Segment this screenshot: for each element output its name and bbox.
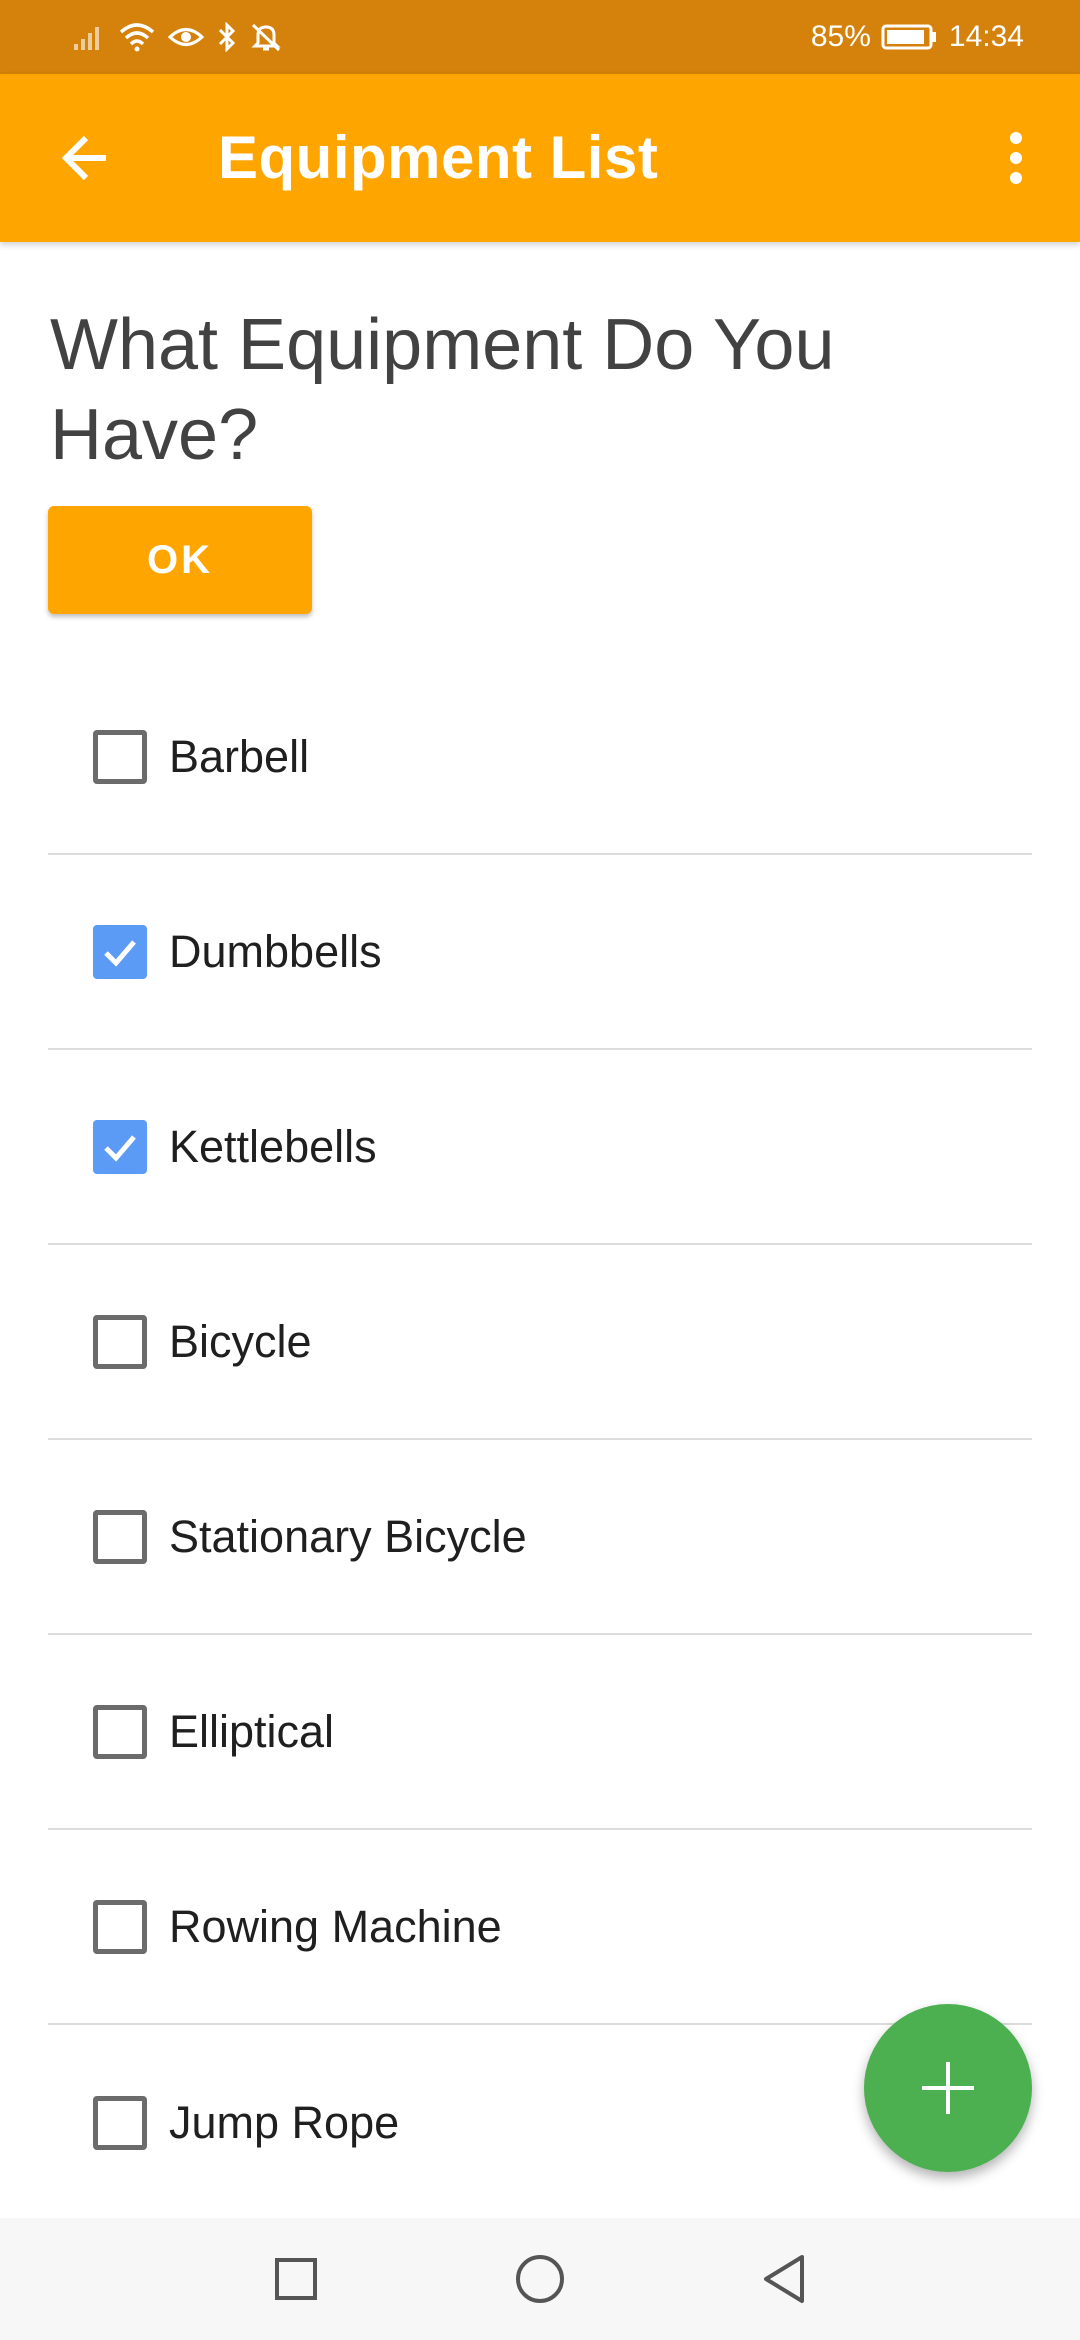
recents-square-icon: [275, 2258, 317, 2300]
item-label: Bicycle: [169, 1315, 312, 1367]
wifi-icon: [118, 22, 156, 52]
item-label: Elliptical: [169, 1705, 335, 1757]
check-icon: [104, 939, 136, 967]
back-button[interactable]: [52, 124, 120, 192]
battery-percent: 85%: [810, 20, 871, 53]
list-item-rowing-machine[interactable]: Rowing Machine: [48, 1830, 1032, 2025]
status-icons-right: 85% 14:34: [811, 20, 1024, 54]
add-equipment-button[interactable]: [864, 2004, 1032, 2172]
arrow-left-icon: [61, 135, 106, 181]
checkbox[interactable]: [93, 2095, 147, 2150]
app-bar: Equipment List: [0, 74, 1080, 242]
checkbox[interactable]: [93, 924, 147, 979]
battery-icon: [881, 22, 939, 52]
item-label: Barbell: [169, 730, 310, 782]
bluetooth-icon: [216, 22, 238, 52]
item-label: Kettlebells: [169, 1120, 377, 1172]
back-nav-button[interactable]: [754, 2249, 814, 2309]
home-button[interactable]: [510, 2249, 570, 2309]
back-triangle-icon: [764, 2255, 804, 2303]
check-icon: [104, 1134, 136, 1162]
item-label: Dumbbells: [169, 925, 382, 977]
eye-icon: [168, 22, 204, 52]
list-item-kettlebells[interactable]: Kettlebells: [48, 1050, 1032, 1245]
clock: 14:34: [948, 20, 1024, 53]
more-vert-icon: [1010, 132, 1022, 184]
plus-icon: [922, 2062, 974, 2114]
system-nav-bar: [0, 2218, 1080, 2340]
signal-icon: [72, 22, 106, 52]
checkbox[interactable]: [93, 1314, 147, 1369]
list-item-elliptical[interactable]: Elliptical: [48, 1635, 1032, 1830]
status-icons-left: [72, 22, 282, 52]
checkbox[interactable]: [93, 729, 147, 784]
page-heading: What Equipment Do You Have?: [50, 305, 835, 475]
equipment-list: Barbell Dumbbells Kettlebells Bicycle St…: [48, 660, 1032, 2220]
home-circle-icon: [516, 2255, 564, 2303]
more-options-button[interactable]: [992, 124, 1040, 192]
item-label: Stationary Bicycle: [169, 1510, 527, 1562]
list-item-bicycle[interactable]: Bicycle: [48, 1245, 1032, 1440]
bell-off-icon: [250, 22, 282, 52]
item-label: Rowing Machine: [169, 1900, 502, 1952]
list-item-barbell[interactable]: Barbell: [48, 660, 1032, 855]
item-label: Jump Rope: [169, 2096, 400, 2148]
checkbox[interactable]: [93, 1899, 147, 1954]
checkbox[interactable]: [93, 1704, 147, 1759]
status-bar: 85% 14:34: [0, 0, 1080, 74]
recents-button[interactable]: [266, 2249, 326, 2309]
checkbox[interactable]: [93, 1119, 147, 1174]
list-item-stationary-bicycle[interactable]: Stationary Bicycle: [48, 1440, 1032, 1635]
ok-button[interactable]: OK: [48, 506, 312, 614]
list-item-dumbbells[interactable]: Dumbbells: [48, 855, 1032, 1050]
app-title: Equipment List: [218, 124, 659, 191]
checkbox[interactable]: [93, 1509, 147, 1564]
